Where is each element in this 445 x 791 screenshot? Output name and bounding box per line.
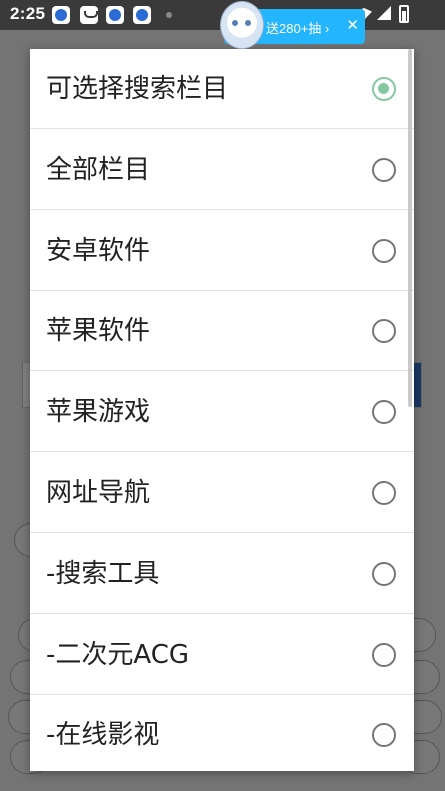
- baidu-paw-icon: [52, 6, 70, 24]
- radio-unchecked-icon[interactable]: [372, 481, 396, 505]
- baidu-paw-icon: [106, 6, 124, 24]
- dialog-scrollbar[interactable]: [408, 49, 412, 407]
- radio-unchecked-icon[interactable]: [372, 643, 396, 667]
- option-item[interactable]: 全部栏目: [30, 130, 414, 210]
- status-time: 2:25: [10, 4, 46, 23]
- signal-icon: [377, 6, 391, 20]
- radio-unchecked-icon[interactable]: [372, 400, 396, 424]
- battery-icon: [399, 5, 409, 23]
- option-item[interactable]: 可选择搜索栏目: [30, 49, 414, 129]
- search-category-dialog: 可选择搜索栏目 全部栏目 安卓软件 苹果软件 苹果游戏 网址导航 -搜索工具 -…: [30, 49, 414, 771]
- radio-unchecked-icon[interactable]: [372, 319, 396, 343]
- option-label: 可选择搜索栏目: [46, 74, 229, 104]
- option-item[interactable]: 苹果游戏: [30, 372, 414, 452]
- shopping-bag-icon: [80, 6, 98, 24]
- option-label: 安卓软件: [46, 236, 151, 266]
- promo-banner[interactable]: 送280+抽 › ✕: [220, 1, 365, 49]
- baidu-paw-icon: [133, 6, 151, 24]
- option-item[interactable]: -搜索工具: [30, 534, 414, 614]
- option-label: 苹果游戏: [46, 397, 151, 427]
- radio-unchecked-icon[interactable]: [372, 239, 396, 263]
- option-label: -二次元ACG: [46, 640, 190, 670]
- option-item[interactable]: -在线影视: [30, 695, 414, 771]
- promo-text: 送280+抽 ›: [266, 21, 330, 36]
- option-item[interactable]: 苹果软件: [30, 291, 414, 371]
- option-item[interactable]: 网址导航: [30, 453, 414, 533]
- radio-unchecked-icon[interactable]: [372, 158, 396, 182]
- radio-checked-icon[interactable]: [372, 77, 396, 101]
- notification-dot-icon: [166, 12, 172, 18]
- close-icon[interactable]: ✕: [346, 16, 359, 34]
- option-item[interactable]: -二次元ACG: [30, 615, 414, 695]
- option-label: 全部栏目: [46, 155, 151, 185]
- option-label: 网址导航: [46, 478, 151, 508]
- option-label: -在线影视: [46, 720, 160, 750]
- option-item[interactable]: 安卓软件: [30, 211, 414, 291]
- radio-unchecked-icon[interactable]: [372, 723, 396, 747]
- option-label: -搜索工具: [46, 559, 160, 589]
- option-label: 苹果软件: [46, 316, 151, 346]
- radio-unchecked-icon[interactable]: [372, 562, 396, 586]
- mascot-avatar-icon: [220, 1, 264, 49]
